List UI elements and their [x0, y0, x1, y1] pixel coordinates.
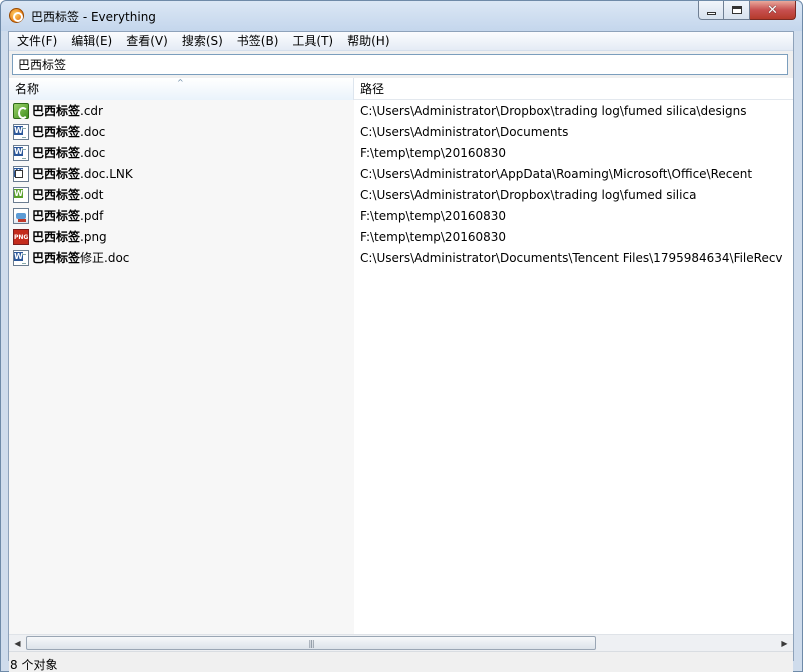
word-document-icon — [13, 249, 29, 266]
table-row[interactable]: 巴西标签.odt C:\Users\Administrator\Dropbox\… — [9, 184, 793, 205]
table-row[interactable]: 巴西标签 .pdf F:\temp\temp\20160830 — [9, 205, 793, 226]
maximize-button[interactable] — [724, 1, 750, 20]
column-header: 名称 ^ 路径 — [9, 78, 793, 100]
file-name-match: 巴西标签 — [32, 209, 81, 223]
menu-bar: 文件(F) 编辑(E) 查看(V) 搜索(S) 书签(B) 工具(T) 帮助(H… — [9, 32, 793, 51]
results-list[interactable]: 名称 ^ 路径 巴西标签 .cdr C:\Users\Administrator\… — [9, 78, 793, 634]
file-name-extension: .png — [80, 229, 107, 244]
file-path-cell: C:\Users\Administrator\Documents\Tencent… — [360, 250, 783, 265]
search-input[interactable] — [12, 54, 788, 75]
close-button[interactable]: ✕ — [750, 1, 796, 20]
file-name-match: 巴西标签 — [32, 104, 81, 118]
result-rows: 巴西标签 .cdr C:\Users\Administrator\Dropbox\… — [9, 100, 793, 268]
minimize-button[interactable] — [698, 1, 724, 20]
word-document-icon — [13, 144, 29, 161]
file-path-cell: F:\temp\temp\20160830 — [360, 208, 507, 223]
menu-view[interactable]: 查看(V) — [119, 32, 175, 50]
scrollbar-grip-icon: ||| — [308, 639, 314, 648]
file-name-match: 巴西标签 — [32, 167, 81, 181]
coreldraw-file-icon — [13, 102, 29, 119]
everything-app-icon[interactable] — [9, 8, 24, 23]
file-name-cell: 巴西标签.doc — [9, 144, 354, 161]
column-header-path[interactable]: 路径 — [354, 78, 793, 100]
word-document-icon — [13, 123, 29, 140]
close-icon: ✕ — [767, 2, 778, 18]
status-bar: 8 个对象 — [9, 651, 793, 672]
file-name-match: 巴西标签 — [32, 188, 81, 202]
file-name-match: 巴西标签 — [32, 146, 81, 160]
file-name-extension: .doc — [80, 145, 106, 160]
file-path-cell: F:\temp\temp\20160830 — [360, 145, 507, 160]
file-path-cell: C:\Users\Administrator\Dropbox\trading l… — [360, 187, 697, 202]
file-path-cell: C:\Users\Administrator\Dropbox\trading l… — [360, 103, 747, 118]
title-bar[interactable]: 巴西标签 - Everything ✕ — [1, 1, 802, 31]
search-bar — [9, 51, 793, 78]
file-name-match: 巴西标签 — [32, 125, 81, 139]
menu-help[interactable]: 帮助(H) — [340, 32, 396, 50]
file-name-extension: 修正.doc — [80, 251, 130, 265]
file-path-cell: C:\Users\Administrator\Documents — [360, 124, 569, 139]
file-name-extension: .pdf — [80, 208, 104, 223]
horizontal-scrollbar[interactable]: ◀ ||| ▶ — [9, 634, 793, 651]
file-name-match: 巴西标签 — [32, 251, 81, 265]
scroll-right-arrow-icon[interactable]: ▶ — [776, 635, 793, 651]
table-row[interactable]: 巴西标签.doc F:\temp\temp\20160830 — [9, 142, 793, 163]
odt-document-icon — [13, 186, 29, 203]
column-header-name[interactable]: 名称 ^ — [9, 78, 354, 100]
file-name-cell: 巴西标签.doc.LNK — [9, 165, 354, 182]
word-shortcut-icon — [13, 165, 29, 182]
file-path-cell: C:\Users\Administrator\AppData\Roaming\M… — [360, 166, 753, 181]
maximize-icon — [731, 6, 742, 14]
status-object-count: 8 个对象 — [10, 658, 58, 672]
menu-tools[interactable]: 工具(T) — [285, 32, 340, 50]
pdf-file-icon — [13, 207, 29, 224]
table-row[interactable]: 巴西标签.doc C:\Users\Administrator\Document… — [9, 121, 793, 142]
table-row[interactable]: 巴西标签修正.doc C:\Users\Administrator\Docume… — [9, 247, 793, 268]
file-name-cell: 巴西标签.odt — [9, 186, 354, 203]
file-name-extension: .cdr — [80, 103, 103, 118]
window-controls: ✕ — [698, 1, 796, 21]
column-header-name-label: 名称 — [15, 82, 40, 96]
file-name-cell: 巴西标签 .cdr — [9, 102, 354, 119]
table-row[interactable]: 巴西标签 .cdr C:\Users\Administrator\Dropbox\… — [9, 100, 793, 121]
column-header-path-label: 路径 — [360, 82, 385, 96]
file-name-extension: .doc — [80, 124, 106, 139]
client-area: 文件(F) 编辑(E) 查看(V) 搜索(S) 书签(B) 工具(T) 帮助(H… — [8, 31, 794, 672]
file-name-cell: 巴西标签修正.doc — [9, 249, 354, 266]
file-name-extension: .odt — [80, 187, 104, 202]
table-row[interactable]: 巴西标签.png F:\temp\temp\20160830 — [9, 226, 793, 247]
file-name-cell: 巴西标签.doc — [9, 123, 354, 140]
menu-bookmarks[interactable]: 书签(B) — [230, 32, 286, 50]
file-name-cell: 巴西标签 .pdf — [9, 207, 354, 224]
menu-edit[interactable]: 编辑(E) — [64, 32, 119, 50]
file-name-match: 巴西标签 — [32, 230, 81, 244]
window-title: 巴西标签 - Everything — [31, 10, 156, 24]
menu-file[interactable]: 文件(F) — [10, 32, 64, 50]
menu-search[interactable]: 搜索(S) — [175, 32, 230, 50]
png-image-icon — [13, 228, 29, 245]
minimize-icon — [706, 11, 716, 15]
file-name-cell: 巴西标签.png — [9, 228, 354, 245]
file-name-extension: .doc.LNK — [80, 166, 133, 181]
main-window: 巴西标签 - Everything ✕ 文件(F) 编辑(E) 查看(V) 搜索… — [0, 0, 803, 672]
scrollbar-thumb[interactable]: ||| — [26, 636, 596, 650]
sort-ascending-icon: ^ — [177, 78, 184, 87]
table-row[interactable]: 巴西标签.doc.LNK C:\Users\Administrator\AppD… — [9, 163, 793, 184]
scroll-left-arrow-icon[interactable]: ◀ — [9, 635, 26, 651]
file-path-cell: F:\temp\temp\20160830 — [360, 229, 507, 244]
